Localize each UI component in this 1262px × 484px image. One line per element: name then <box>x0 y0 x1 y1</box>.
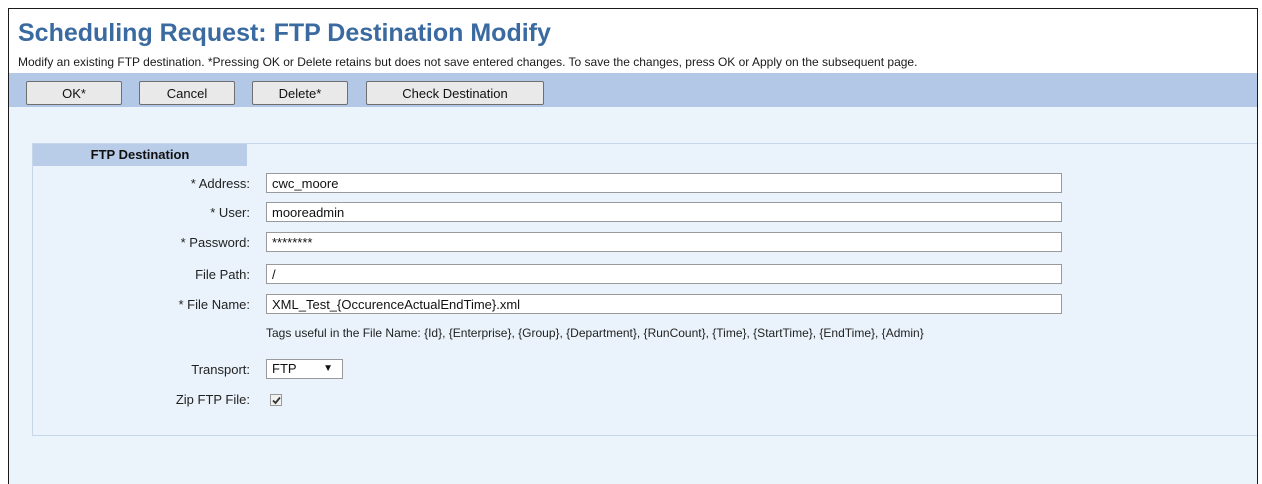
check-destination-button[interactable]: Check Destination <box>366 81 544 105</box>
chevron-down-icon: ▼ <box>323 363 333 374</box>
zip-row: Zip FTP File: <box>33 389 1257 411</box>
file-path-row: File Path: <box>33 264 1257 286</box>
ftp-destination-section: FTP Destination * Address: * User: * Pas… <box>32 143 1257 436</box>
user-label: * User: <box>210 205 250 220</box>
transport-selected-value: FTP <box>272 361 297 376</box>
file-name-label: * File Name: <box>178 297 250 312</box>
checkmark-icon <box>272 396 281 405</box>
content-area: FTP Destination * Address: * User: * Pas… <box>9 107 1257 484</box>
user-row: * User: <box>33 202 1257 224</box>
transport-label: Transport: <box>191 362 250 377</box>
user-input[interactable] <box>266 202 1062 222</box>
page-description: Modify an existing FTP destination. *Pre… <box>18 55 918 69</box>
transport-row: Transport: FTP ▼ <box>33 359 1257 381</box>
file-path-label: File Path: <box>195 267 250 282</box>
address-row: * Address: <box>33 173 1257 195</box>
address-label: * Address: <box>190 176 250 191</box>
zip-ftp-file-checkbox[interactable] <box>270 394 282 406</box>
file-name-row: * File Name: <box>33 294 1257 316</box>
file-name-input[interactable] <box>266 294 1062 314</box>
file-path-input[interactable] <box>266 264 1062 284</box>
password-label: * Password: <box>180 235 250 250</box>
file-name-tags-hint: Tags useful in the File Name: {Id}, {Ent… <box>266 326 924 340</box>
ok-button[interactable]: OK* <box>26 81 122 105</box>
password-input[interactable] <box>266 232 1062 252</box>
delete-button[interactable]: Delete* <box>252 81 348 105</box>
zip-ftp-file-label: Zip FTP File: <box>175 392 250 407</box>
toolbar: OK* Cancel Delete* Check Destination <box>9 73 1257 107</box>
section-header: FTP Destination <box>33 144 247 166</box>
page-frame: Scheduling Request: FTP Destination Modi… <box>8 8 1258 484</box>
password-row: * Password: <box>33 232 1257 254</box>
address-input[interactable] <box>266 173 1062 193</box>
transport-select[interactable]: FTP ▼ <box>266 359 343 379</box>
cancel-button[interactable]: Cancel <box>139 81 235 105</box>
page-title: Scheduling Request: FTP Destination Modi… <box>18 19 551 47</box>
